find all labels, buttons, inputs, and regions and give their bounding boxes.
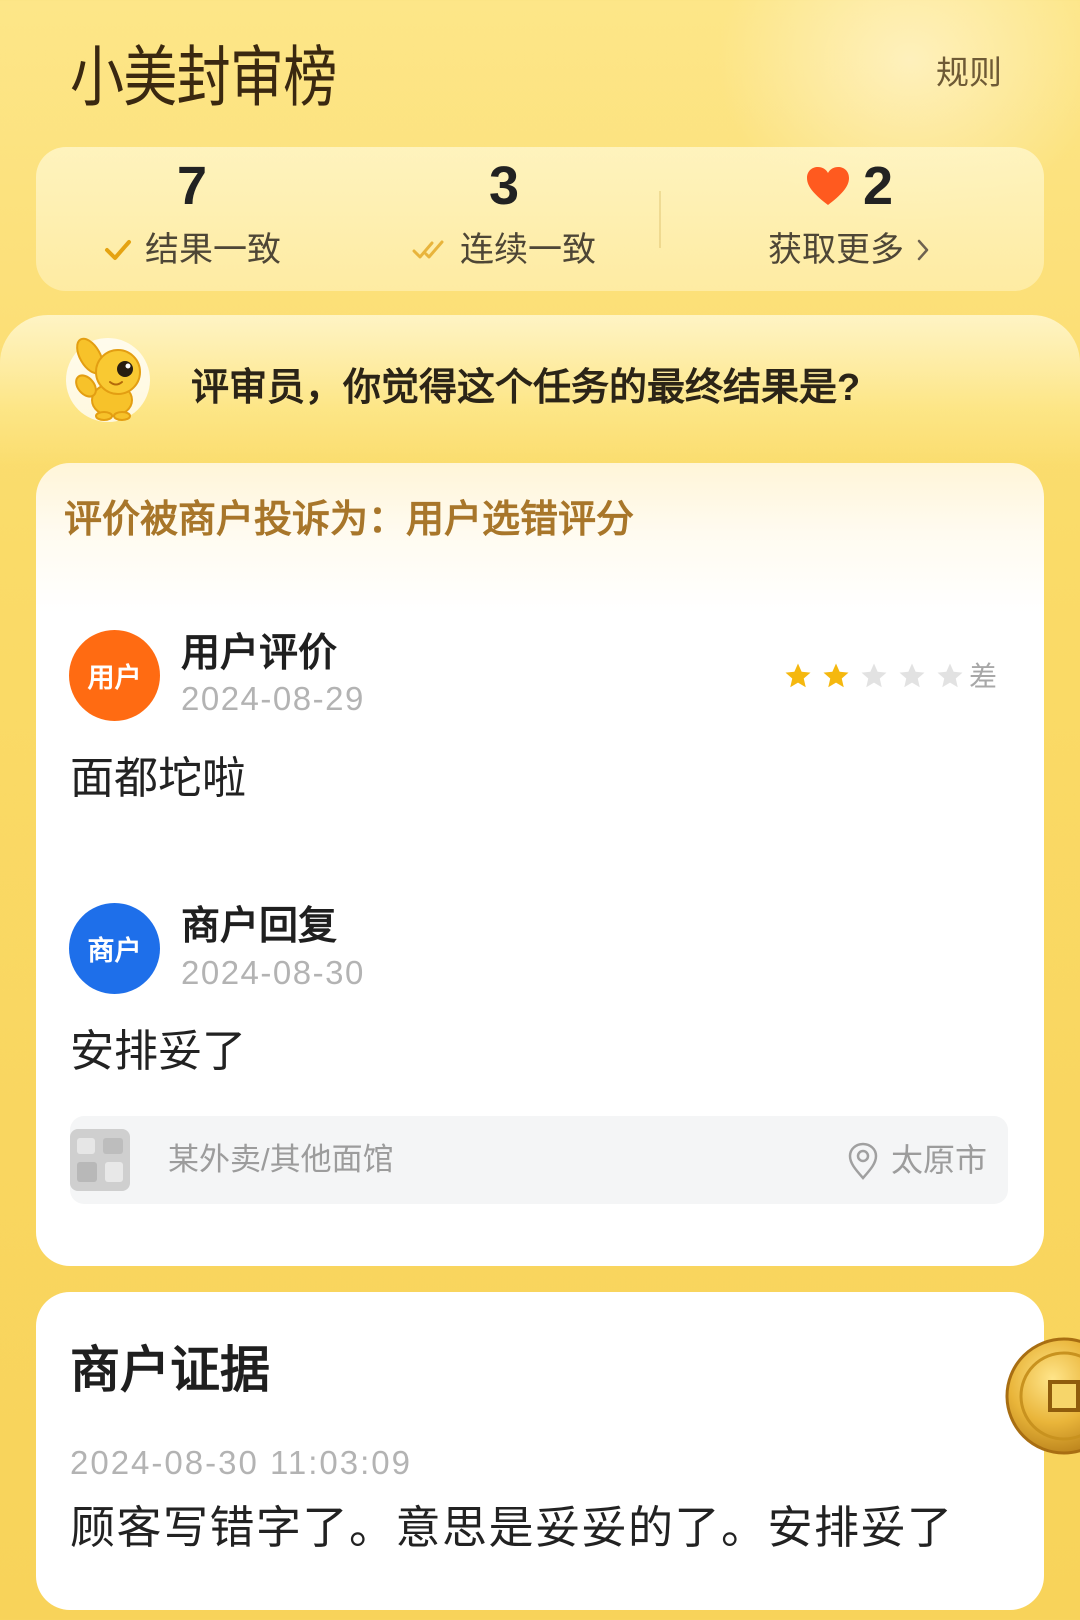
merchant-reply-text: 安排妥了	[70, 1027, 246, 1076]
mascot-icon	[60, 334, 164, 424]
streak-label: 连续一致	[460, 231, 596, 269]
store-info-bar[interactable]: 某外卖/其他面馆 太原市	[70, 1116, 1008, 1204]
get-more-link[interactable]: 获取更多	[699, 225, 999, 275]
complaint-reason: 评价被商户投诉为：用户选错评分	[64, 499, 635, 541]
stat-matched: 7 结果一致	[42, 147, 342, 291]
rules-link[interactable]: 规则	[936, 50, 1002, 96]
star-rating	[783, 661, 965, 693]
evidence-text: 顾客写错字了。意思是妥妥的了。安排妥了	[70, 1502, 954, 1553]
star-icon	[859, 661, 889, 691]
location-pin-icon	[846, 1142, 880, 1180]
stat-hearts: 2 获取更多	[699, 147, 999, 291]
merchant-reply-title: 商户回复	[181, 905, 338, 948]
star-icon	[897, 661, 927, 691]
evidence-timestamp: 2024-08-30 11:03:09	[70, 1444, 412, 1481]
matched-count: 7	[176, 156, 208, 216]
merchant-avatar: 商户	[69, 903, 160, 994]
stats-card: 7 结果一致 3 连续一致 2 获取更多	[36, 147, 1044, 291]
double-check-icon	[412, 237, 448, 263]
streak-count: 3	[488, 156, 520, 216]
review-card: 评价被商户投诉为：用户选错评分 用户 用户评价 2024-08-29 差 面都坨…	[36, 463, 1044, 1266]
matched-label: 结果一致	[145, 231, 281, 269]
star-icon	[821, 661, 851, 691]
star-icon	[935, 661, 965, 691]
user-review-text: 面都坨啦	[70, 754, 246, 803]
rating-label: 差	[969, 661, 998, 692]
get-more-label: 获取更多	[768, 231, 904, 269]
chevron-right-icon	[916, 237, 930, 263]
stats-divider	[659, 191, 661, 248]
hearts-count: 2	[862, 156, 894, 216]
user-review-date: 2024-08-29	[181, 680, 365, 717]
page-title: 小美封审榜	[70, 40, 337, 114]
user-review-title: 用户评价	[181, 632, 338, 675]
store-category: 某外卖/其他面馆	[168, 1142, 394, 1177]
review-question: 评审员，你觉得这个任务的最终结果是?	[191, 367, 861, 409]
stat-streak: 3 连续一致	[354, 147, 654, 291]
evidence-title: 商户证据	[70, 1342, 270, 1398]
user-avatar: 用户	[69, 630, 160, 721]
star-icon	[783, 661, 813, 691]
heart-icon	[805, 165, 851, 207]
check-icon	[103, 235, 133, 265]
store-icon	[70, 1129, 130, 1191]
coin-icon[interactable]	[1002, 1335, 1080, 1457]
store-city: 太原市	[891, 1142, 988, 1178]
merchant-reply-date: 2024-08-30	[181, 954, 365, 991]
evidence-card: 商户证据 2024-08-30 11:03:09 顾客写错字了。意思是妥妥的了。…	[36, 1292, 1044, 1610]
